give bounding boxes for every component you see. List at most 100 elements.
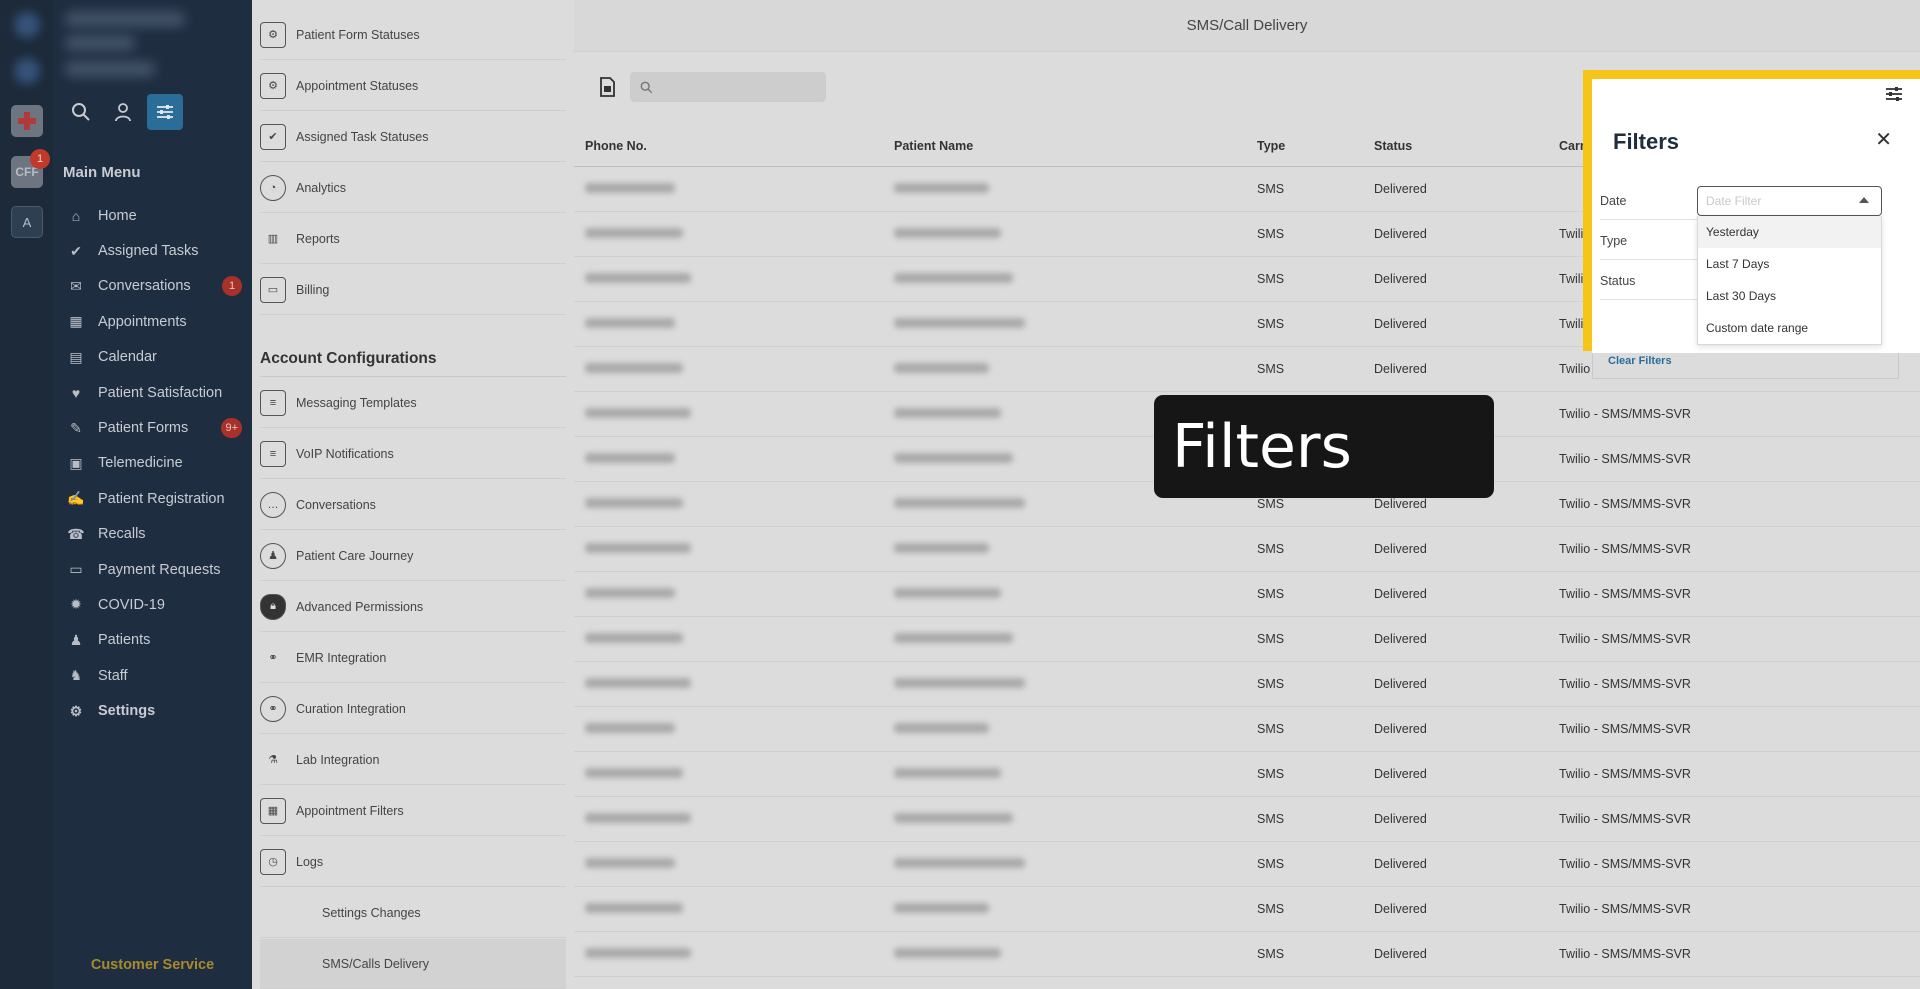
app-switcher-rail: CFF 1 A	[0, 0, 53, 989]
carrier-cell: Twilio - SMS/MMS-SVR	[1559, 587, 1691, 601]
customer-service-link[interactable]: Customer Service	[53, 957, 252, 973]
menu-item-settings[interactable]: ⚙ Settings	[53, 693, 252, 728]
submenu-item-lab-integration[interactable]: ⚗ Lab Integration	[260, 735, 566, 785]
blurred-avatar	[14, 58, 40, 84]
table-row[interactable]: SMS Delivered Twilio - SMS/MMS-SVR	[574, 572, 1920, 617]
table-row[interactable]: SMS Delivered Twilio - SMS/MMS-SVR	[574, 797, 1920, 842]
carrier-cell: Twilio - SMS/MMS-SVR	[1559, 632, 1691, 646]
phone-cell	[585, 812, 691, 826]
search-button[interactable]	[63, 94, 99, 130]
divider	[1600, 219, 1700, 220]
date-option-yesterday[interactable]: Yesterday	[1698, 216, 1881, 248]
menu-item-calendar[interactable]: ▤ Calendar	[53, 340, 252, 375]
status-cell: Delivered	[1374, 812, 1427, 826]
redacted-phone	[585, 633, 683, 643]
submenu-item-appointment-statuses[interactable]: ⚙ Appointment Statuses	[260, 61, 566, 111]
type-cell: SMS	[1257, 542, 1285, 556]
column-header-status[interactable]: Status	[1374, 139, 1412, 153]
submenu-item-messaging-templates[interactable]: ≡ Messaging Templates	[260, 378, 566, 428]
date-filter-select[interactable]: Date Filter	[1697, 186, 1882, 216]
submenu-item-appointment-filters[interactable]: ▦ Appointment Filters	[260, 786, 566, 836]
table-toolbar	[596, 72, 826, 102]
column-header-phone[interactable]: Phone No.	[585, 139, 647, 153]
phone-cell	[585, 272, 691, 286]
table-row[interactable]: SMS Delivered Twilio - SMS/MMS-SVR	[574, 842, 1920, 887]
submenu-item-emr-integration[interactable]: ⚭ EMR Integration	[260, 633, 566, 683]
menu-item-patient-forms[interactable]: ✎ Patient Forms 9+	[53, 410, 252, 445]
card-icon: ▭	[69, 561, 83, 578]
menu-item-label: Recalls	[98, 526, 146, 543]
redacted-name	[894, 678, 1025, 688]
submenu-item-sms-calls-delivery[interactable]: SMS/Calls Delivery	[260, 939, 566, 989]
billing-card-icon: ▭	[260, 276, 286, 303]
menu-item-recalls[interactable]: ☎ Recalls	[53, 517, 252, 552]
main-sidebar: Main Menu ⌂ Home ✔ Assigned Tasks ✉ Convers…	[53, 0, 252, 989]
type-cell: SMS	[1257, 227, 1285, 241]
date-option-last-7-days[interactable]: Last 7 Days	[1698, 248, 1881, 280]
table-row[interactable]: SMS Delivered Twilio - SMS/MMS-SVR	[574, 707, 1920, 752]
submenu-item-patient-form-statuses[interactable]: ⚙ Patient Form Statuses	[260, 10, 566, 60]
submenu-item-patient-care-journey[interactable]: ♟ Patient Care Journey	[260, 531, 566, 581]
doctor-button[interactable]	[105, 94, 141, 130]
settings-sliders-button[interactable]	[147, 94, 183, 130]
date-option-custom-range[interactable]: Custom date range	[1698, 312, 1881, 344]
type-cell: SMS	[1257, 362, 1285, 376]
menu-item-conversations[interactable]: ✉ Conversations 1	[53, 269, 252, 304]
menu-item-patient-satisfaction[interactable]: ♥ Patient Satisfaction	[53, 375, 252, 410]
blurred-avatar	[14, 12, 40, 38]
menu-item-covid-19[interactable]: ✹ COVID-19	[53, 587, 252, 622]
status-filter-label: Status	[1600, 274, 1636, 288]
menu-item-assigned-tasks[interactable]: ✔ Assigned Tasks	[53, 233, 252, 268]
redacted-phone	[585, 318, 675, 328]
table-row[interactable]: SMS Delivered Twilio - SMS/MMS-SVR	[574, 932, 1920, 977]
patient-name-cell	[894, 767, 1001, 781]
menu-item-label: Conversations	[98, 278, 191, 295]
submenu-item-logs[interactable]: ◷ Logs	[260, 837, 566, 887]
app-logo-tile[interactable]	[11, 105, 43, 137]
menu-item-label: Patient Satisfaction	[98, 384, 223, 401]
menu-item-home[interactable]: ⌂ Home	[53, 198, 252, 233]
export-button[interactable]	[596, 76, 618, 98]
table-row[interactable]: SMS Delivered Twilio - SMS/MMS-SVR	[574, 617, 1920, 662]
clear-filters-button[interactable]: Clear Filters	[1608, 355, 1672, 367]
close-filters-button[interactable]: ✕	[1875, 127, 1892, 152]
menu-item-patients[interactable]: ♟ Patients	[53, 623, 252, 658]
submenu-item-conversations[interactable]: … Conversations	[260, 480, 566, 530]
submenu-item-advanced-permissions[interactable]: 🔒︎ Advanced Permissions	[260, 582, 566, 632]
submenu-item-analytics[interactable]: ◔ Analytics	[260, 163, 566, 213]
table-row[interactable]: SMS Delivered Twilio - SMS/MMS-SVR	[574, 527, 1920, 572]
column-header-patient-name[interactable]: Patient Name	[894, 139, 973, 153]
virus-icon: ✹	[70, 596, 82, 613]
submenu-item-settings-changes[interactable]: Settings Changes	[260, 888, 566, 938]
redacted-name	[894, 543, 989, 553]
carrier-cell: Twilio	[1559, 362, 1591, 376]
table-row[interactable]: SMS Delivered Twilio - SMS/MMS-SVR	[574, 887, 1920, 932]
column-header-type[interactable]: Type	[1257, 139, 1285, 153]
menu-item-appointments[interactable]: ▦ Appointments	[53, 304, 252, 339]
table-row[interactable]: SMS Delivered Twilio - SMS/MMS-SVR	[574, 752, 1920, 797]
submenu-item-assigned-task-statuses[interactable]: ✔ Assigned Task Statuses	[260, 112, 566, 162]
submenu-item-label: Appointment Filters	[296, 803, 404, 818]
submenu-item-voip-notifications[interactable]: ≡ VoIP Notifications	[260, 429, 566, 479]
redacted-name	[894, 363, 989, 373]
submenu-item-reports[interactable]: ▥ Reports	[260, 214, 566, 264]
redacted-name	[894, 723, 989, 733]
menu-item-patient-registration[interactable]: ✍ Patient Registration	[53, 481, 252, 516]
submenu-item-billing[interactable]: ▭ Billing	[260, 265, 566, 315]
status-cell: Delivered	[1374, 902, 1427, 916]
submenu-item-label: Lab Integration	[296, 752, 380, 767]
menu-item-payment-requests[interactable]: ▭ Payment Requests	[53, 552, 252, 587]
account-tile-a[interactable]: A	[11, 206, 43, 238]
filter-toggle-button[interactable]	[1884, 84, 1904, 104]
table-row[interactable]: SMS Delivered Twilio - SMS/MMS-SVR	[574, 662, 1920, 707]
date-option-last-30-days[interactable]: Last 30 Days	[1698, 280, 1881, 312]
menu-item-label: COVID-19	[98, 596, 165, 613]
patient-name-cell	[894, 227, 1001, 241]
menu-item-telemedicine[interactable]: ▣ Telemedicine	[53, 446, 252, 481]
search-input[interactable]	[630, 72, 826, 102]
sliders-icon	[1886, 87, 1902, 101]
patient-name-cell	[894, 677, 1025, 691]
chat-icon: ✉	[70, 277, 82, 294]
submenu-item-curation-integration[interactable]: ⚭ Curation Integration	[260, 684, 566, 734]
menu-item-staff[interactable]: ♞ Staff	[53, 658, 252, 693]
